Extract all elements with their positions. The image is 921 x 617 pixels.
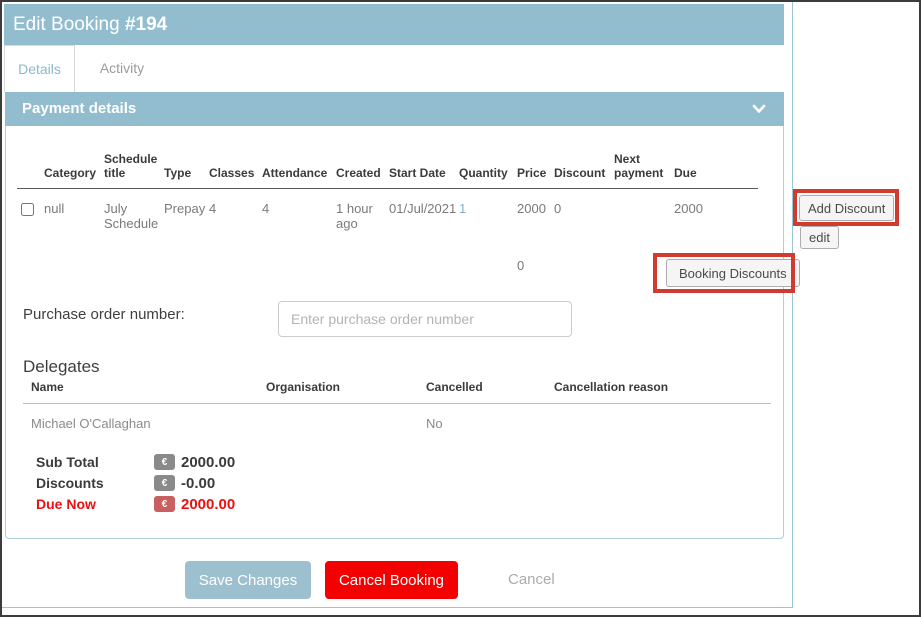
payment-table-header-row: Category Schedule title Type Classes Att… — [17, 140, 758, 188]
col-due: Due — [674, 140, 758, 188]
cell-due: 2000 — [674, 188, 758, 231]
col-start-date: Start Date — [389, 140, 459, 188]
add-discount-button[interactable]: Add Discount — [799, 195, 894, 221]
delegate-cancelled: No — [418, 404, 546, 432]
euro-badge-icon: € — [154, 475, 175, 491]
col-select — [17, 140, 44, 188]
cell-attendance: 4 — [262, 188, 336, 231]
subtotal-row: Sub Total € 2000.00 — [36, 452, 235, 472]
tab-details[interactable]: Details — [4, 45, 75, 92]
col-organisation: Organisation — [258, 380, 418, 404]
purchase-order-label: Purchase order number: — [23, 306, 185, 323]
row-select-checkbox[interactable] — [21, 203, 34, 216]
subtotal-label: Sub Total — [36, 454, 154, 470]
payment-items-table: Category Schedule title Type Classes Att… — [17, 140, 758, 231]
col-cancelled: Cancelled — [418, 380, 546, 404]
cell-next-payment — [614, 188, 674, 231]
due-now-amount: 2000.00 — [181, 496, 235, 513]
cell-quantity: 1 — [459, 188, 517, 231]
col-discount: Discount — [554, 140, 614, 188]
discounts-amount: -0.00 — [181, 475, 215, 492]
delegates-heading: Delegates — [23, 357, 100, 377]
delegates-header-row: Name Organisation Cancelled Cancellation… — [23, 380, 771, 404]
payment-table-row: null July Schedule Prepay 4 4 1 hour ago… — [17, 188, 758, 231]
booking-discounts-button[interactable]: Booking Discounts — [666, 259, 800, 287]
cell-start-date: 01/Jul/2021 — [389, 188, 459, 231]
chevron-down-icon — [752, 103, 766, 115]
edit-booking-panel: Edit Booking #194 Details Activity Payme… — [2, 2, 793, 608]
col-category: Category — [44, 140, 104, 188]
euro-badge-icon: € — [154, 454, 175, 470]
payment-details-section-header[interactable]: Payment details — [5, 92, 784, 126]
col-type: Type — [164, 140, 209, 188]
discounts-label: Discounts — [36, 475, 154, 491]
cell-category: null — [44, 188, 104, 231]
col-created: Created — [336, 140, 389, 188]
col-attendance: Attendance — [262, 140, 336, 188]
purchase-order-input[interactable] — [278, 301, 572, 337]
delegate-row: Michael O'Callaghan No — [23, 404, 771, 432]
screenshot-frame: Edit Booking #194 Details Activity Payme… — [0, 0, 921, 617]
cell-price: 2000 — [517, 188, 554, 231]
dialog-title: Edit Booking #194 — [4, 4, 784, 45]
euro-badge-icon: € — [154, 496, 175, 512]
booking-number: #194 — [125, 14, 167, 35]
discounts-row: Discounts € -0.00 — [36, 473, 235, 493]
save-changes-button[interactable]: Save Changes — [185, 561, 311, 599]
col-price: Price — [517, 140, 554, 188]
discount-total-value: 0 — [517, 258, 524, 273]
col-classes: Classes — [209, 140, 262, 188]
subtotal-amount: 2000.00 — [181, 454, 235, 471]
col-schedule-title: Schedule title — [104, 140, 164, 188]
totals-block: Sub Total € 2000.00 Discounts € -0.00 Du… — [36, 452, 235, 515]
payment-details-title: Payment details — [22, 100, 136, 117]
cancel-link[interactable]: Cancel — [508, 561, 555, 599]
cell-created: 1 hour ago — [336, 188, 389, 231]
cell-discount: 0 — [554, 188, 614, 231]
due-now-row: Due Now € 2000.00 — [36, 494, 235, 514]
dialog-title-text: Edit Booking — [13, 14, 125, 35]
payment-details-content: Category Schedule title Type Classes Att… — [5, 126, 784, 539]
col-quantity: Quantity — [459, 140, 517, 188]
delegates-table: Name Organisation Cancelled Cancellation… — [23, 380, 771, 431]
due-now-label: Due Now — [36, 496, 154, 512]
delegate-name: Michael O'Callaghan — [23, 404, 258, 432]
col-name: Name — [23, 380, 258, 404]
edit-button[interactable]: edit — [800, 226, 839, 249]
col-cancellation-reason: Cancellation reason — [546, 380, 771, 404]
delegate-cancellation-reason — [546, 404, 771, 432]
delegate-organisation — [258, 404, 418, 432]
col-next-payment: Next payment — [614, 140, 674, 188]
cell-type: Prepay — [164, 188, 209, 231]
cell-schedule-title: July Schedule — [104, 188, 164, 231]
cancel-booking-button[interactable]: Cancel Booking — [325, 561, 458, 599]
tab-activity[interactable]: Activity — [82, 45, 162, 92]
cell-classes: 4 — [209, 188, 262, 231]
